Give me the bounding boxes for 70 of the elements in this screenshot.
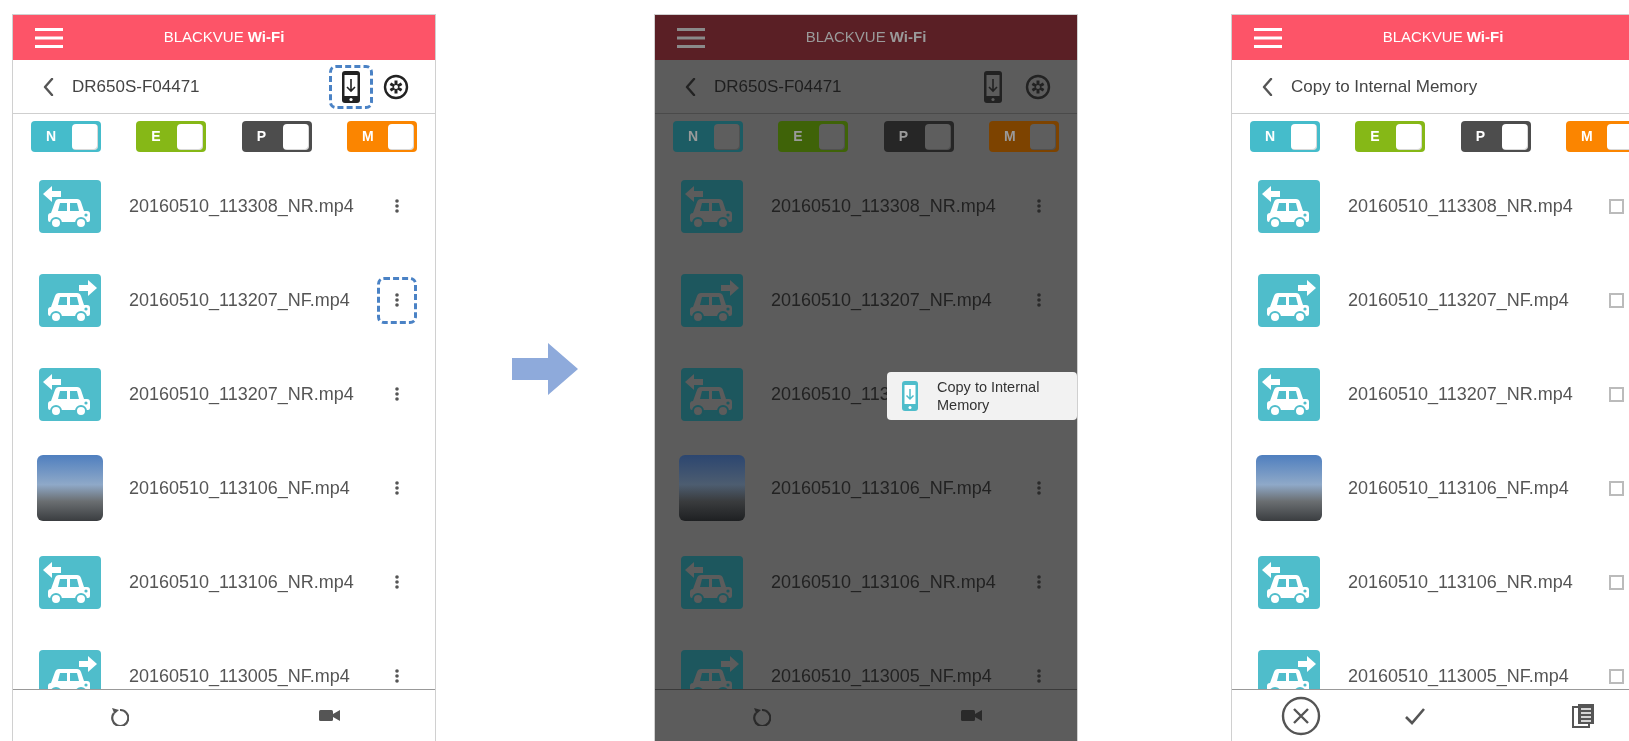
file-row[interactable]: 20160510_113005_NF.mp4 (13, 629, 435, 689)
file-name: 20160510_113207_NF.mp4 (1348, 288, 1569, 313)
more-icon[interactable] (394, 480, 400, 496)
file-row[interactable]: 20160510_113106_NF.mp4 (1232, 441, 1629, 535)
more-icon[interactable] (394, 574, 400, 590)
file-name: 20160510_113308_NR.mp4 (771, 194, 996, 219)
file-name: 20160510_113207_NF.mp4 (129, 288, 350, 313)
menu-icon[interactable] (677, 27, 705, 48)
back-icon[interactable] (1262, 77, 1273, 96)
file-row[interactable]: 20160510_113308_NR.mp4 (13, 159, 435, 253)
cancel-icon[interactable] (1281, 695, 1321, 736)
checkbox[interactable] (1608, 198, 1624, 214)
video-camera-icon[interactable] (319, 708, 340, 723)
download-to-phone-icon[interactable] (341, 69, 361, 104)
file-name: 20160510_113106_NR.mp4 (771, 570, 996, 595)
screen-title: Copy to Internal Memory (1291, 75, 1478, 98)
file-row[interactable]: 20160510_113207_NR.mp4 (13, 347, 435, 441)
app-title: BLACKVUE Wi-Fi (804, 27, 928, 48)
filter-toggle[interactable]: P (241, 121, 312, 152)
checkbox[interactable] (1608, 668, 1624, 684)
file-name: 20160510_113106_NF.mp4 (1348, 476, 1569, 501)
settings-icon[interactable] (383, 73, 409, 100)
file-name: 20160510_113005_NF.mp4 (1348, 664, 1569, 689)
filter-toggle[interactable]: P (1460, 121, 1531, 152)
file-name: 20160510_113207_NR.mp4 (1348, 382, 1573, 407)
file-row[interactable]: 20160510_113106_NR.mp4 (13, 535, 435, 629)
screen-title: DR650S-F04471 (714, 75, 842, 98)
filter-toggle[interactable]: N (673, 121, 743, 152)
file-row[interactable]: 20160510_113106_NR.mp4 (1232, 535, 1629, 629)
file-row[interactable]: 20160510_113207_NF.mp4 (1232, 253, 1629, 347)
more-icon[interactable] (394, 198, 400, 214)
file-row[interactable]: 20160510_113106_NF.mp4 (13, 441, 435, 535)
screen-title: DR650S-F04471 (72, 75, 200, 98)
file-name: 20160510_113005_NF.mp4 (771, 664, 992, 689)
file-name: 20160510_113106_NR.mp4 (1348, 570, 1573, 595)
file-name: 20160510_113308_NR.mp4 (129, 194, 354, 219)
right-arrow-icon (512, 342, 578, 395)
refresh-icon[interactable] (108, 705, 129, 726)
more-icon[interactable] (394, 292, 400, 308)
file-row[interactable]: 20160510_113308_NR.mp4 (1232, 159, 1629, 253)
menu-icon[interactable] (1254, 27, 1282, 48)
file-name: 20160510_113308_NR.mp4 (1348, 194, 1573, 219)
photo-placeholder (1256, 455, 1322, 521)
photo-placeholder (679, 455, 745, 521)
file-name: 20160510_113106_NR.mp4 (129, 570, 354, 595)
filter-toggle[interactable]: P (883, 121, 954, 152)
copy-icon[interactable] (1571, 703, 1595, 728)
file-name: 20160510_113207_NR.mp4 (129, 382, 354, 407)
file-row[interactable]: 20160510_113005_NF.mp4 (1232, 629, 1629, 689)
back-icon[interactable] (43, 77, 54, 96)
file-row[interactable]: 20160510_113207_NR.mp4 (1232, 347, 1629, 441)
more-icon[interactable] (394, 668, 400, 684)
file-name: 20160510_113106_NF.mp4 (771, 476, 992, 501)
checkbox[interactable] (1608, 574, 1624, 590)
filter-toggle[interactable]: M (989, 121, 1059, 152)
photo-placeholder (37, 455, 103, 521)
app-title: BLACKVUE Wi-Fi (162, 27, 286, 48)
file-name: 20160510_113005_NF.mp4 (129, 664, 350, 689)
checkbox[interactable] (1608, 480, 1624, 496)
checkbox[interactable] (1608, 386, 1624, 402)
file-name: 20160510_113106_NF.mp4 (129, 476, 350, 501)
file-name: 20160510_113 (771, 382, 890, 407)
checkbox[interactable] (1608, 292, 1624, 308)
more-icon[interactable] (394, 386, 400, 402)
app-title: BLACKVUE Wi-Fi (1381, 27, 1505, 48)
context-menu[interactable]: Copy to Internal Memory (887, 372, 1077, 420)
file-row[interactable]: 20160510_113207_NF.mp4 (13, 253, 435, 347)
file-name: 20160510_113207_NF.mp4 (771, 288, 992, 313)
menu-icon[interactable] (35, 27, 63, 48)
download-to-phone-icon (901, 380, 919, 412)
